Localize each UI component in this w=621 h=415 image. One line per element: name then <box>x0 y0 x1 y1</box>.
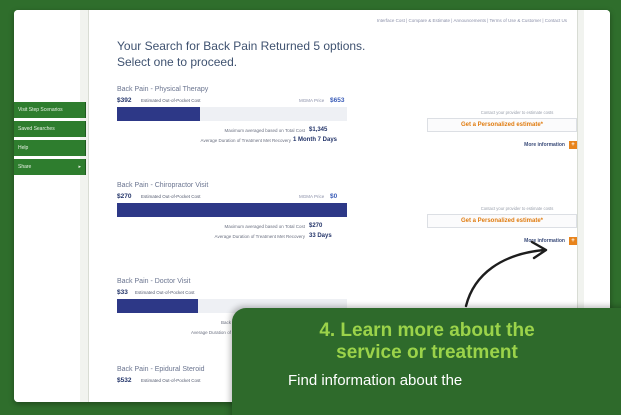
headline-line-2: Select one to proceed. <box>117 55 238 69</box>
out-of-pocket-label: Estimated Out-of-Pocket Cost <box>135 290 195 295</box>
plus-icon[interactable]: + <box>569 141 577 149</box>
stat-row-duration: Average Duration of Treatment Met Recove… <box>117 232 347 242</box>
chevron-right-icon: ▸ <box>78 164 81 170</box>
more-information-label: More information <box>524 142 565 148</box>
sidebar-item-label: Help <box>18 145 29 151</box>
stat-label: Average Duration of Treatment Met Recove… <box>214 234 305 239</box>
cta-hint: Contact your provider to estimate costs <box>480 206 554 211</box>
option-title[interactable]: Back Pain - Physical Therapy <box>117 86 567 93</box>
national-price-label: MGMA Price <box>299 98 325 103</box>
sidebar-item-saved-searches[interactable]: Saved Searches <box>14 121 86 137</box>
out-of-pocket-cost: $270 <box>117 193 132 200</box>
out-of-pocket-label: Estimated Out-of-Pocket Cost <box>141 98 201 103</box>
stat-value: $270 <box>309 223 323 229</box>
page-title: Your Search for Back Pain Returned 5 opt… <box>117 38 365 70</box>
stat-row-duration: Average Duration of Treatment Met Recove… <box>117 136 347 146</box>
cost-bar <box>117 107 347 121</box>
result-option-physical-therapy: Back Pain - Physical Therapy $392 Estima… <box>117 86 577 149</box>
stat-label: Maximum averaged based on Total Cost <box>224 224 305 229</box>
sidebar-item-label: Visit Step Scenarios <box>18 107 63 113</box>
out-of-pocket-cost: $532 <box>117 377 132 384</box>
stat-value: $1,345 <box>309 127 328 133</box>
tutorial-callout: 4. Learn more about the service or treat… <box>232 308 621 415</box>
personalized-estimate-button[interactable]: Get a Personalized estimate* <box>427 118 577 132</box>
cost-row: $270 Estimated Out-of-Pocket Cost MGMA P… <box>117 193 567 203</box>
national-price-value: $653 <box>330 97 345 104</box>
estimate-cta: Contact your provider to estimate costs … <box>427 110 577 149</box>
callout-arrow <box>464 240 548 308</box>
stat-label: Average Duration of <box>191 330 231 335</box>
sidebar-item-visit-step-scenarios[interactable]: Visit Step Scenarios <box>14 102 86 118</box>
cost-bar-fill <box>117 203 347 217</box>
option-title[interactable]: Back Pain - Chiropractor Visit <box>117 182 567 189</box>
national-price-value: $0 <box>330 193 338 200</box>
stat-label: Maximum averaged based on Total Cost <box>224 128 305 133</box>
national-price-label: MGMA Price <box>299 194 325 199</box>
sidebar-item-help[interactable]: Help <box>14 140 86 156</box>
cost-bar-fill <box>117 299 198 313</box>
side-navigation: Visit Step Scenarios Saved Searches Help… <box>14 102 86 178</box>
callout-title: 4. Learn more about the service or treat… <box>232 320 621 364</box>
out-of-pocket-label: Estimated Out-of-Pocket Cost <box>141 378 201 383</box>
out-of-pocket-cost: $33 <box>117 289 128 296</box>
sidebar-item-share[interactable]: Share ▸ <box>14 159 86 175</box>
callout-body: Find information about the <box>288 372 463 389</box>
sidebar-item-label: Saved Searches <box>18 126 55 132</box>
out-of-pocket-cost: $392 <box>117 97 132 104</box>
cost-row: $392 Estimated Out-of-Pocket Cost MGMA P… <box>117 97 567 107</box>
sidebar-item-label: Share <box>18 164 32 170</box>
cta-hint: Contact your provider to estimate costs <box>480 110 554 115</box>
out-of-pocket-label: Estimated Out-of-Pocket Cost <box>141 194 201 199</box>
more-information-link[interactable]: More information + <box>427 141 577 149</box>
callout-title-line-1: 4. Learn more about the <box>319 320 535 341</box>
stat-value: 1 Month 7 Days <box>293 137 338 143</box>
headline-line-1: Your Search for Back Pain Returned 5 opt… <box>117 39 366 53</box>
left-margin <box>14 10 80 402</box>
top-links[interactable]: Interface Cost | Compare & Estimate | An… <box>377 18 567 23</box>
stat-label: Average Duration of Treatment Met Recove… <box>200 138 291 143</box>
cost-bar-fill <box>117 107 200 121</box>
stat-value: 33 Days <box>309 233 332 239</box>
stat-row-total-cost: Maximum averaged based on Total Cost $1,… <box>117 126 347 136</box>
callout-title-line-2: service or treatment <box>336 342 518 363</box>
stat-row-total-cost: Maximum averaged based on Total Cost $27… <box>117 222 347 232</box>
cost-bar <box>117 203 347 217</box>
